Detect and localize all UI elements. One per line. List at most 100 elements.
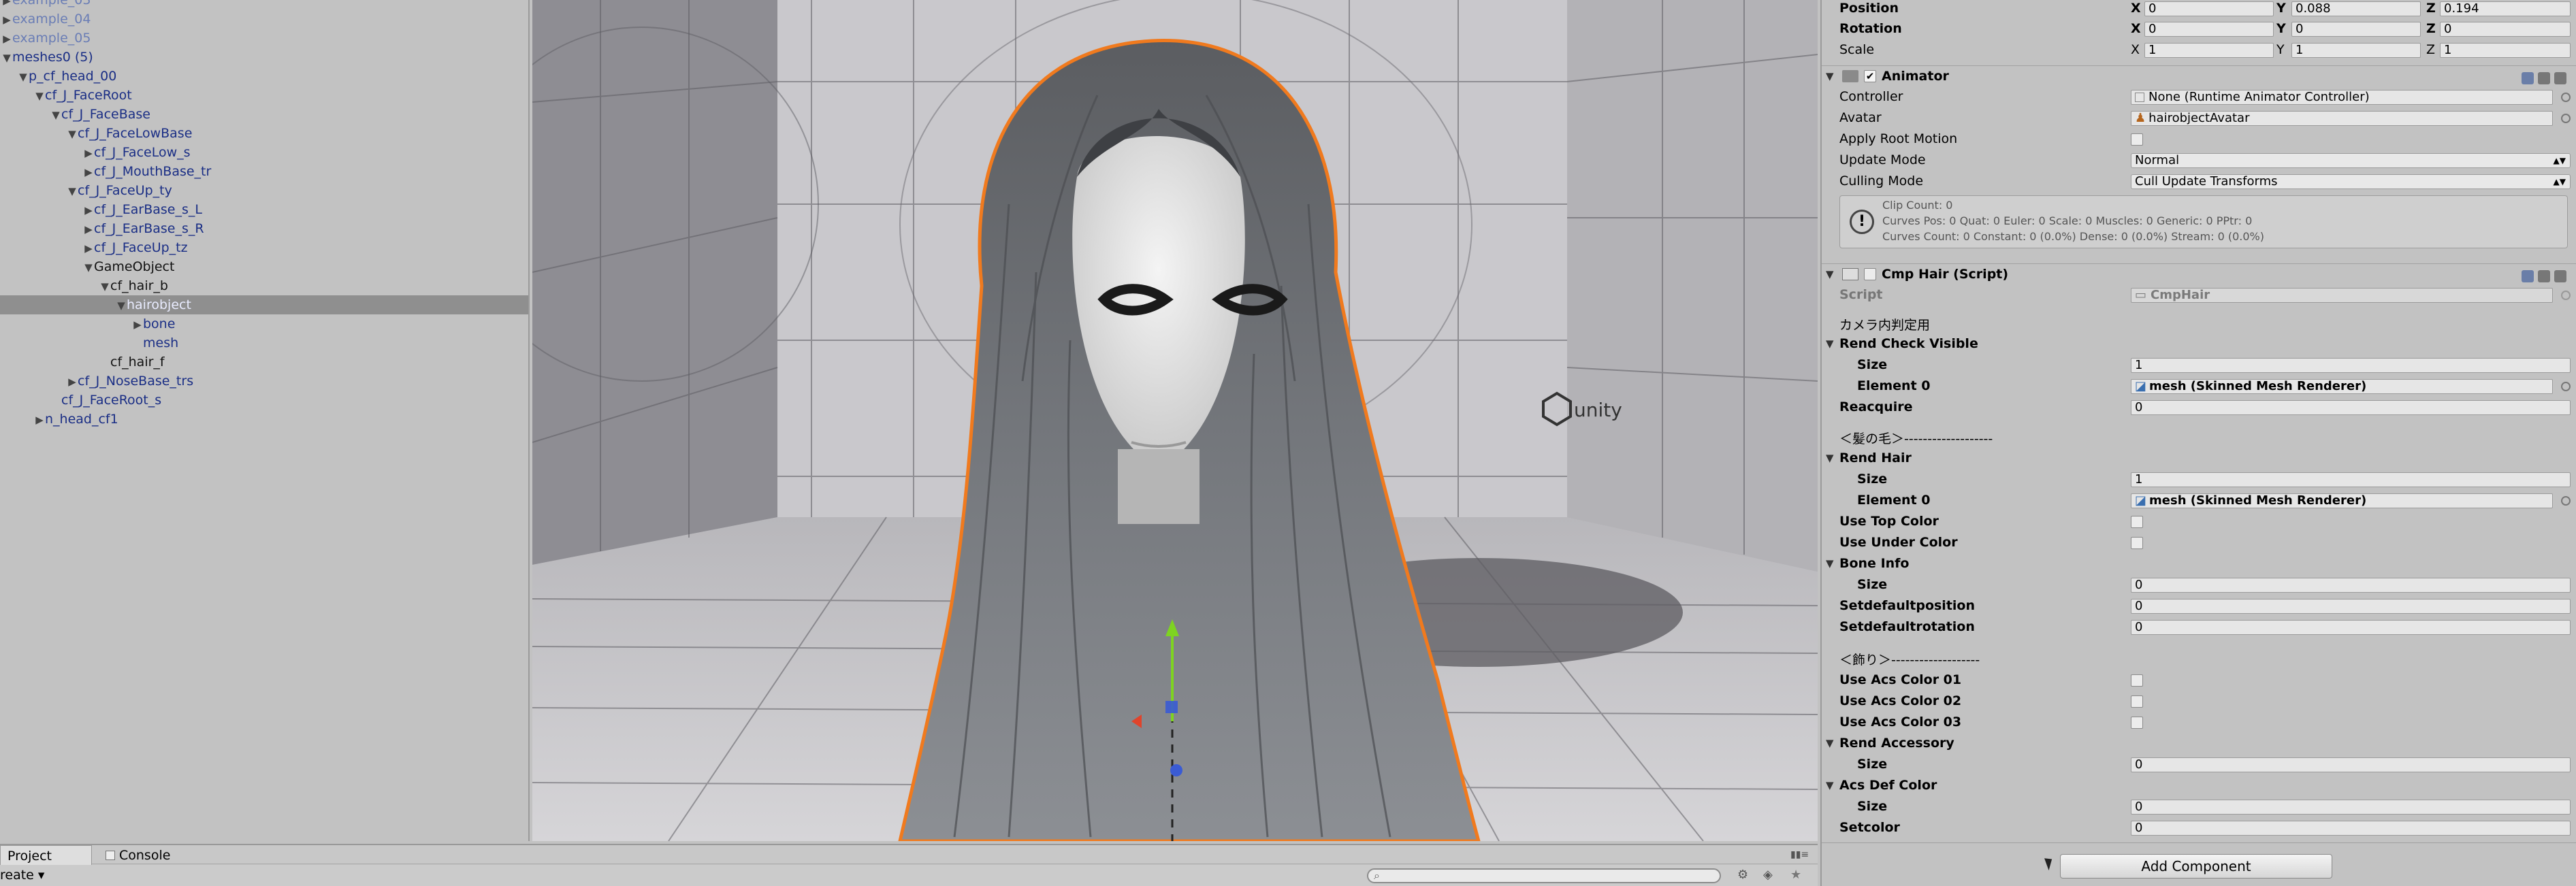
- use-top-checkbox[interactable]: [2131, 516, 2143, 528]
- chevron-down-icon[interactable]: ▼: [99, 277, 110, 296]
- culling-mode-dropdown[interactable]: Cull Update Transforms ▲▼: [2131, 174, 2571, 189]
- add-component-button[interactable]: Add Component: [2060, 854, 2332, 879]
- rend-check-row[interactable]: ▼ Rend Check Visible: [1822, 333, 2576, 354]
- chevron-down-icon[interactable]: ▼: [1, 48, 12, 67]
- acs1-checkbox[interactable]: [2131, 674, 2143, 687]
- hierarchy-item[interactable]: cf_hair_f: [0, 352, 528, 372]
- hierarchy-item[interactable]: ▼ meshes0 (5): [0, 48, 528, 67]
- cmphair-foldout-icon[interactable]: ▼: [1826, 264, 1834, 284]
- controller-field[interactable]: None (Runtime Animator Controller): [2131, 90, 2553, 105]
- element2-picker-icon[interactable]: [2561, 496, 2571, 506]
- chevron-right-icon[interactable]: ▶: [67, 372, 78, 391]
- animator-header-icons[interactable]: [2517, 70, 2572, 84]
- scale-y-field[interactable]: 1: [2291, 43, 2421, 58]
- create-dropdown[interactable]: reate ▾: [0, 868, 44, 883]
- chevron-right-icon[interactable]: ▶: [1, 10, 12, 29]
- position-y-field[interactable]: 0.088: [2291, 1, 2421, 16]
- filter-label-icon[interactable]: ◈: [1763, 868, 1773, 882]
- position-z-field[interactable]: 0.194: [2440, 1, 2571, 16]
- cmphair-header[interactable]: ▼ Cmp Hair (Script): [1822, 263, 2576, 284]
- controller-picker-icon[interactable]: [2561, 93, 2571, 102]
- preset-icon[interactable]: [2538, 72, 2550, 84]
- chevron-down-icon[interactable]: ▼: [83, 258, 94, 277]
- setcolor-field[interactable]: 0: [2131, 821, 2571, 836]
- rend-hair-foldout-icon[interactable]: ▼: [1826, 448, 1834, 468]
- rend-hair-row[interactable]: ▼ Rend Hair: [1822, 448, 2576, 468]
- hierarchy-item[interactable]: ▶ example_04: [0, 10, 528, 29]
- chevron-right-icon[interactable]: ▶: [83, 220, 94, 239]
- hierarchy-item[interactable]: ▶ example_03: [0, 0, 528, 10]
- hierarchy-item[interactable]: ▶ n_head_cf1: [0, 410, 528, 429]
- scene-view[interactable]: unity: [532, 0, 1818, 841]
- hierarchy-item[interactable]: ▶ cf_J_FaceLow_s: [0, 143, 528, 162]
- bone-info-row[interactable]: ▼ Bone Info: [1822, 553, 2576, 574]
- size5-field[interactable]: 0: [2131, 800, 2571, 815]
- chevron-down-icon[interactable]: ▼: [67, 125, 78, 144]
- rend-check-foldout-icon[interactable]: ▼: [1826, 333, 1834, 354]
- size1-field[interactable]: 1: [2131, 358, 2571, 373]
- hierarchy-item[interactable]: ▶ cf_J_MouthBase_tr: [0, 162, 528, 181]
- chevron-right-icon[interactable]: ▶: [132, 315, 143, 334]
- acs-def-foldout-icon[interactable]: ▼: [1826, 775, 1834, 795]
- hierarchy-item[interactable]: ▶ cf_J_EarBase_s_R: [0, 219, 528, 238]
- chevron-right-icon[interactable]: ▶: [1, 0, 12, 10]
- hierarchy-item[interactable]: ▼ cf_hair_b: [0, 276, 528, 295]
- hierarchy-item[interactable]: ▼ GameObject: [0, 257, 528, 276]
- favorite-star-icon[interactable]: ★: [1790, 868, 1801, 882]
- chevron-down-icon[interactable]: ▼: [116, 296, 127, 315]
- scene-render[interactable]: unity: [532, 0, 1818, 841]
- update-mode-dropdown[interactable]: Normal ▲▼: [2131, 153, 2571, 168]
- avatar-field[interactable]: ♟ hairobjectAvatar: [2131, 111, 2553, 126]
- chevron-down-icon[interactable]: ▼: [67, 182, 78, 201]
- chevron-right-icon[interactable]: ▶: [83, 239, 94, 258]
- cmphair-enabled-checkbox[interactable]: [1864, 268, 1876, 280]
- rotation-z-field[interactable]: 0: [2440, 22, 2571, 37]
- chevron-right-icon[interactable]: ▶: [34, 410, 45, 429]
- chevron-down-icon[interactable]: ▼: [34, 86, 45, 105]
- scale-z-field[interactable]: 1: [2440, 43, 2571, 58]
- hierarchy-item[interactable]: ▼ cf_J_FaceLowBase: [0, 124, 528, 143]
- gizmo-center[interactable]: [1165, 701, 1178, 713]
- avatar-picker-icon[interactable]: [2561, 114, 2571, 123]
- animator-header[interactable]: ▼ ✔ Animator: [1822, 65, 2576, 86]
- hierarchy-item[interactable]: ▶ cf_J_EarBase_s_L: [0, 200, 528, 219]
- scale-x-field[interactable]: 1: [2144, 43, 2274, 58]
- hierarchy-item[interactable]: ▼ cf_J_FaceRoot: [0, 86, 528, 105]
- use-under-checkbox[interactable]: [2131, 537, 2143, 549]
- element1-field[interactable]: ◪ mesh (Skinned Mesh Renderer): [2131, 379, 2553, 394]
- chevron-right-icon[interactable]: ▶: [1, 29, 12, 48]
- acs-def-row[interactable]: ▼ Acs Def Color: [1822, 775, 2576, 795]
- filter-type-icon[interactable]: ⚙: [1737, 868, 1748, 882]
- chevron-right-icon[interactable]: ▶: [83, 144, 94, 163]
- rend-acc-row[interactable]: ▼ Rend Accessory: [1822, 733, 2576, 753]
- hierarchy-item[interactable]: ▼ cf_J_FaceUp_ty: [0, 181, 528, 200]
- bone-info-foldout-icon[interactable]: ▼: [1826, 553, 1834, 574]
- hierarchy-item[interactable]: ▶ bone: [0, 314, 528, 333]
- chevron-right-icon[interactable]: ▶: [83, 201, 94, 220]
- panel-menu-icon[interactable]: ▮▮≡: [1790, 849, 1811, 862]
- size4-field[interactable]: 0: [2131, 757, 2571, 772]
- hierarchy-item[interactable]: ▼ cf_J_FaceBase: [0, 105, 528, 124]
- hierarchy-item[interactable]: ▶ cf_J_FaceUp_tz: [0, 238, 528, 257]
- rotation-x-field[interactable]: 0: [2144, 22, 2274, 37]
- cmphair-header-icons[interactable]: [2517, 268, 2572, 282]
- position-x-field[interactable]: 0: [2144, 1, 2274, 16]
- gear-icon[interactable]: [2554, 270, 2566, 282]
- animator-enabled-checkbox[interactable]: ✔: [1864, 70, 1876, 82]
- rotation-y-field[interactable]: 0: [2291, 22, 2421, 37]
- tab-project[interactable]: Project: [0, 845, 92, 866]
- hierarchy-item[interactable]: ▶ example_05: [0, 29, 528, 48]
- hierarchy-item[interactable]: cf_J_FaceRoot_s: [0, 391, 528, 410]
- hierarchy-item[interactable]: mesh: [0, 333, 528, 352]
- setrot-field[interactable]: 0: [2131, 620, 2571, 635]
- apply-root-checkbox[interactable]: [2131, 133, 2143, 146]
- chevron-down-icon[interactable]: ▼: [50, 105, 61, 125]
- chevron-right-icon[interactable]: ▶: [83, 163, 94, 182]
- rend-acc-foldout-icon[interactable]: ▼: [1826, 733, 1834, 753]
- hierarchy-item[interactable]: ▶ cf_J_NoseBase_trs: [0, 372, 528, 391]
- acs2-checkbox[interactable]: [2131, 695, 2143, 708]
- element1-picker-icon[interactable]: [2561, 382, 2571, 391]
- preset-icon[interactable]: [2538, 270, 2550, 282]
- help-icon[interactable]: [2522, 72, 2534, 84]
- hierarchy-item[interactable]: ▼ p_cf_head_00: [0, 67, 528, 86]
